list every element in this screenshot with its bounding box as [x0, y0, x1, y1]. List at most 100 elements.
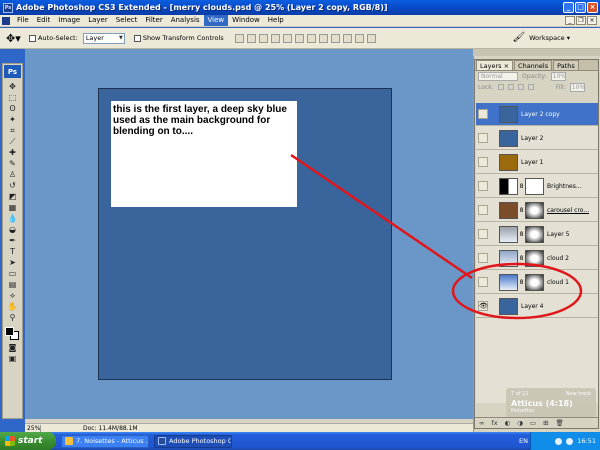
menu-edit[interactable]: Edit — [33, 15, 55, 26]
lock-all-icon[interactable] — [527, 84, 534, 90]
layer-mask-thumbnail[interactable] — [525, 225, 544, 243]
layer-row[interactable]: Layer 1 — [476, 151, 598, 174]
document-canvas[interactable]: this is the first layer, a deep sky blue… — [98, 88, 392, 380]
zoom-level[interactable]: 25% — [25, 424, 41, 432]
color-swatches[interactable] — [4, 326, 21, 340]
taskbar-item-photoshop[interactable]: Adobe Photoshop CS... — [154, 434, 232, 448]
layer-row[interactable]: 8 cloud 2 — [476, 247, 598, 270]
visibility-eye-icon[interactable] — [478, 133, 488, 143]
blend-mode-dropdown[interactable]: Normal — [478, 72, 518, 81]
visibility-eye-icon[interactable] — [478, 157, 488, 167]
tab-layers[interactable]: Layers × — [476, 60, 514, 70]
opacity-value[interactable]: 10% — [550, 72, 566, 81]
doc-minimize-button[interactable]: _ — [565, 16, 575, 25]
distribute-center-icon[interactable] — [354, 33, 364, 43]
layer-link-slot[interactable] — [490, 133, 498, 143]
eyedropper-tool-icon[interactable]: ⟡ — [5, 290, 21, 301]
layer-link-slot[interactable] — [490, 253, 498, 263]
visibility-eye-icon[interactable] — [478, 253, 488, 263]
layer-mask-thumbnail[interactable] — [525, 249, 544, 267]
delete-layer-icon[interactable]: 🗑 — [556, 419, 564, 427]
menu-image[interactable]: Image — [54, 15, 84, 26]
distribute-middle-icon[interactable] — [318, 33, 328, 43]
menu-analysis[interactable]: Analysis — [167, 15, 204, 26]
mask-link-icon[interactable]: 8 — [519, 255, 524, 262]
screen-mode-icon[interactable]: ▣ — [5, 353, 21, 364]
layer-link-slot[interactable] — [490, 109, 498, 119]
doc-close-button[interactable]: × — [587, 16, 597, 25]
layer-style-icon[interactable]: fx — [491, 419, 497, 427]
layer-row[interactable]: Layer 2 copy — [476, 103, 598, 126]
menu-help[interactable]: Help — [264, 15, 288, 26]
fill-value[interactable]: 10% — [569, 82, 585, 92]
pen-tool-icon[interactable]: ✒ — [5, 235, 21, 246]
notes-tool-icon[interactable]: ▤ — [5, 279, 21, 290]
layer-link-slot[interactable] — [490, 181, 498, 191]
brushes-palette-icon[interactable]: 🖌 — [512, 32, 525, 43]
layer-link-slot[interactable] — [490, 205, 498, 215]
document-icon[interactable] — [2, 16, 10, 25]
visibility-eye-icon[interactable] — [478, 229, 488, 239]
align-left-icon[interactable] — [270, 33, 280, 43]
menu-window[interactable]: Window — [228, 15, 264, 26]
foreground-color-swatch[interactable] — [5, 327, 14, 336]
clone-stamp-tool-icon[interactable]: ♙ — [5, 169, 21, 180]
lock-transparent-icon[interactable] — [497, 84, 504, 90]
auto-select-dropdown[interactable]: Layer — [82, 32, 125, 44]
marquee-tool-icon[interactable]: ⬚ — [5, 92, 21, 103]
align-center-icon[interactable] — [282, 33, 292, 43]
distribute-left-icon[interactable] — [342, 33, 352, 43]
lasso-tool-icon[interactable]: ʘ — [5, 103, 21, 114]
zoom-tool-icon[interactable]: ⚲ — [5, 312, 21, 323]
menu-view[interactable]: View — [203, 15, 229, 26]
align-middle-icon[interactable] — [246, 33, 256, 43]
adjustment-layer-icon[interactable]: ◑ — [517, 419, 523, 427]
brush-tool-icon[interactable]: ✎ — [5, 158, 21, 169]
quick-mask-icon[interactable]: ◙ — [5, 342, 21, 353]
menu-select[interactable]: Select — [112, 15, 142, 26]
blur-tool-icon[interactable]: 💧 — [5, 213, 21, 224]
shape-tool-icon[interactable]: ▭ — [5, 268, 21, 279]
minimize-button[interactable]: _ — [563, 2, 574, 13]
layer-mask-thumbnail[interactable] — [525, 273, 544, 291]
layer-row[interactable]: 8 carousel cro... — [476, 199, 598, 222]
add-mask-icon[interactable]: ◐ — [505, 419, 511, 427]
language-indicator[interactable]: EN — [519, 437, 528, 445]
visibility-eye-icon[interactable] — [478, 277, 488, 287]
menu-file[interactable]: File — [13, 15, 33, 26]
path-selection-tool-icon[interactable]: ➤ — [5, 257, 21, 268]
history-brush-tool-icon[interactable]: ↺ — [5, 180, 21, 191]
show-transform-box[interactable] — [133, 34, 141, 42]
layer-link-slot[interactable] — [490, 277, 498, 287]
start-button[interactable]: start — [0, 432, 56, 450]
auto-select-box[interactable] — [29, 34, 36, 42]
layer-link-slot[interactable] — [490, 301, 498, 311]
close-button[interactable]: × — [587, 2, 598, 13]
align-right-icon[interactable] — [294, 33, 304, 43]
workspace-button[interactable]: Workspace ▾ — [529, 34, 570, 42]
type-tool-icon[interactable]: T — [5, 246, 21, 257]
move-tool-icon[interactable]: ✥ — [5, 81, 21, 92]
show-transform-checkbox[interactable]: Show Transform Controls — [133, 34, 224, 42]
tab-channels[interactable]: Channels — [514, 60, 553, 70]
mask-link-icon[interactable]: 8 — [519, 231, 524, 238]
mask-link-icon[interactable]: 8 — [519, 207, 524, 214]
visibility-eye-icon[interactable] — [478, 181, 488, 191]
align-bottom-icon[interactable] — [258, 33, 268, 43]
healing-brush-tool-icon[interactable]: ✚ — [5, 147, 21, 158]
link-layers-icon[interactable]: ∞ — [479, 419, 484, 427]
lock-image-icon[interactable] — [507, 84, 514, 90]
move-tool-preset-icon[interactable]: ✥▾ — [6, 31, 24, 46]
taskbar-item-winamp[interactable]: 7. Noisettes - Atticus ... — [61, 434, 149, 448]
layer-link-slot[interactable] — [490, 229, 498, 239]
maximize-button[interactable]: □ — [575, 2, 586, 13]
menu-layer[interactable]: Layer — [84, 15, 112, 26]
visibility-eye-icon[interactable]: 👁 — [478, 301, 488, 311]
hand-tool-icon[interactable]: ✋ — [5, 301, 21, 312]
panel-collapse-strip[interactable] — [473, 49, 600, 56]
layer-row[interactable]: Layer 2 — [476, 127, 598, 150]
new-group-icon[interactable]: ▭ — [530, 419, 536, 427]
align-top-icon[interactable] — [234, 33, 244, 43]
tray-icon[interactable] — [566, 437, 574, 445]
new-layer-icon[interactable]: ⊞ — [543, 419, 548, 427]
